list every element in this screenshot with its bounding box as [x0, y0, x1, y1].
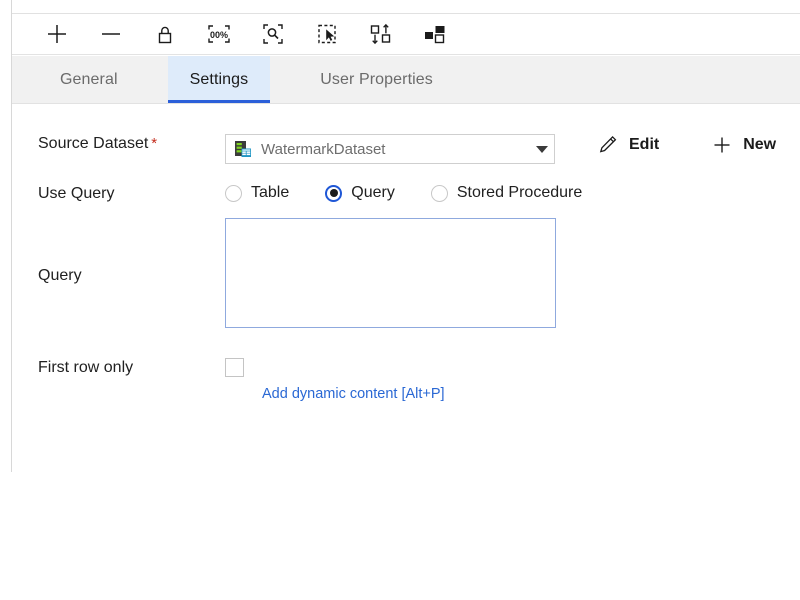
dataset-icon	[235, 141, 251, 157]
use-query-row: Use Query Table Query Stored Procedure	[12, 184, 800, 204]
tab-spacer-1	[140, 56, 168, 103]
new-dataset-label: New	[743, 136, 777, 153]
edit-dataset-button[interactable]: Edit	[597, 134, 659, 156]
use-query-radio-group: Table Query Stored Procedure	[225, 184, 582, 202]
source-dataset-label-text: Source Dataset	[38, 135, 149, 152]
tab-general-label: General	[60, 70, 118, 88]
query-control	[225, 218, 556, 333]
add-dynamic-content-link[interactable]: Add dynamic content [Alt+P]	[262, 386, 445, 402]
radio-mark-query	[325, 184, 343, 202]
first-row-only-control	[225, 358, 244, 377]
svg-text:00%: 00%	[210, 30, 228, 40]
first-row-only-checkbox[interactable]	[225, 358, 244, 377]
use-query-label: Use Query	[38, 185, 115, 202]
radio-option-table[interactable]: Table	[225, 184, 289, 202]
zoom-in-icon[interactable]	[38, 17, 76, 51]
new-dataset-button[interactable]: New	[711, 134, 776, 156]
radio-label-table: Table	[251, 184, 290, 201]
tab-user-properties-label: User Properties	[320, 70, 433, 88]
zoom-to-fit-icon[interactable]	[254, 17, 292, 51]
zoom-out-icon[interactable]	[92, 17, 130, 51]
edit-dataset-label: Edit	[629, 136, 660, 153]
radio-label-query: Query	[351, 184, 395, 201]
plus-icon	[714, 137, 730, 153]
pencil-icon	[599, 135, 617, 153]
source-dataset-label: Source Dataset *	[12, 134, 225, 154]
properties-tabstrip: General Settings User Properties	[12, 56, 800, 104]
auto-align-icon[interactable]	[362, 17, 400, 51]
auto-layout-icon[interactable]	[416, 17, 454, 51]
first-row-only-row: First row only	[12, 358, 800, 378]
dataset-commands: Edit New	[597, 134, 776, 156]
settings-form: Source Dataset * WatermarkDataset Edit N…	[12, 105, 800, 600]
query-input[interactable]	[225, 218, 556, 328]
radio-label-stored-procedure: Stored Procedure	[456, 184, 583, 201]
dataset-settings-panel: 00% General Settings User Properties Sou…	[0, 0, 800, 600]
canvas-toolbar: 00%	[12, 14, 800, 55]
radio-option-query[interactable]: Query	[325, 184, 395, 202]
tab-general[interactable]: General	[38, 56, 140, 103]
chevron-down-icon[interactable]	[536, 145, 548, 153]
source-dataset-value: WatermarkDataset	[261, 140, 386, 158]
tab-settings[interactable]: Settings	[167, 56, 271, 103]
query-row: Query	[12, 218, 800, 333]
zoom-100-icon[interactable]: 00%	[200, 17, 238, 51]
lock-icon[interactable]	[146, 17, 184, 51]
query-label: Query	[38, 267, 82, 284]
select-all-icon[interactable]	[308, 17, 346, 51]
source-dataset-row: Source Dataset * WatermarkDataset Edit N…	[12, 134, 800, 164]
tab-user-properties[interactable]: User Properties	[298, 56, 455, 103]
tab-spacer-2	[270, 56, 298, 103]
first-row-only-label: First row only	[38, 359, 134, 376]
tab-settings-label: Settings	[189, 70, 249, 88]
radio-option-stored-procedure[interactable]: Stored Procedure	[430, 184, 583, 202]
radio-mark-stored-procedure	[430, 184, 448, 202]
source-dataset-dropdown[interactable]: WatermarkDataset	[225, 134, 555, 164]
radio-mark-table	[225, 184, 242, 202]
source-dataset-control: WatermarkDataset	[225, 134, 555, 164]
required-asterisk: *	[151, 135, 158, 152]
